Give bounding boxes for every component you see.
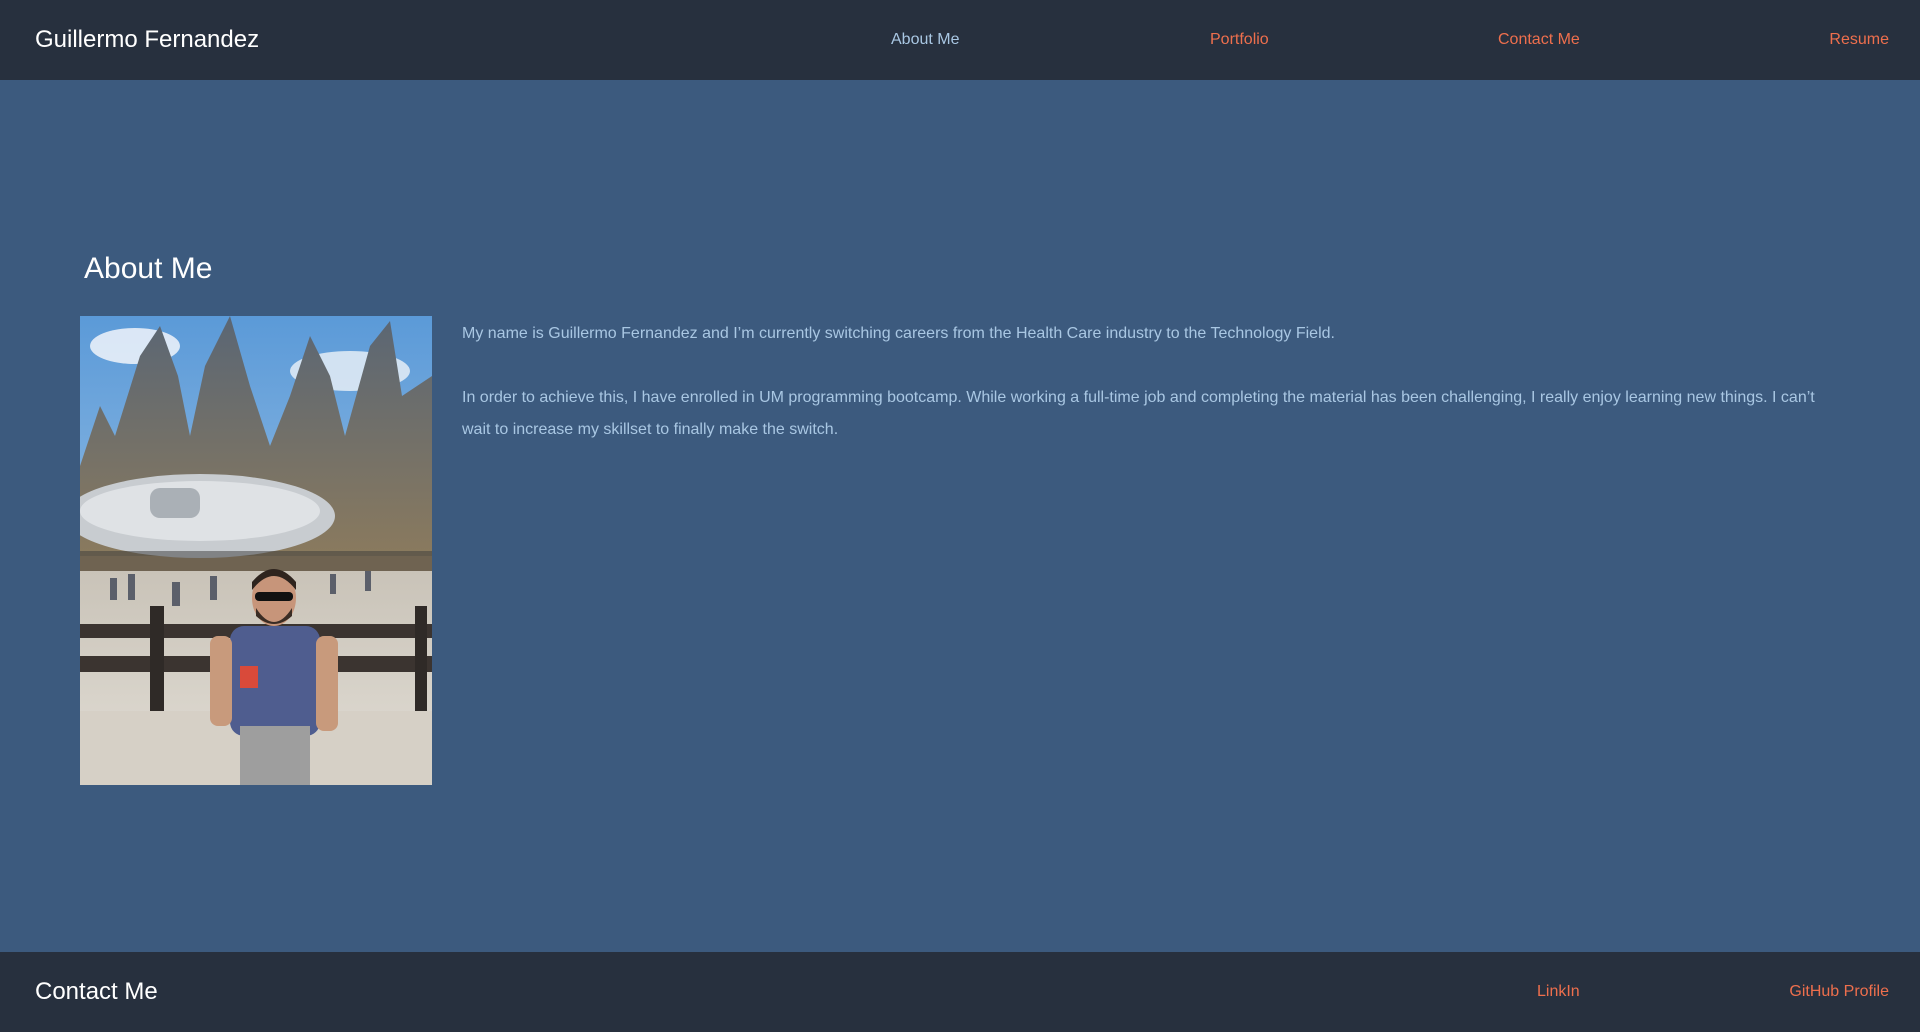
nav-contact-me-link[interactable]: Contact Me <box>1498 30 1580 50</box>
footer-title: Contact Me <box>35 978 158 1005</box>
profile-photo <box>80 316 432 785</box>
bio-paragraph-intro: My name is Guillermo Fernandez and I’m c… <box>462 325 1335 342</box>
section-title: About Me <box>84 252 213 285</box>
nav-portfolio-link[interactable]: Portfolio <box>1210 30 1269 50</box>
nav-about-me-link[interactable]: About Me <box>891 30 959 50</box>
nav-resume-link[interactable]: Resume <box>1829 30 1889 50</box>
site-brand: Guillermo Fernandez <box>35 26 260 53</box>
footer-linkedin-link[interactable]: LinkIn <box>1537 982 1580 1002</box>
bio-paragraph-goals: In order to achieve this, I have enrolle… <box>462 389 1815 438</box>
footer-github-link[interactable]: GitHub Profile <box>1789 982 1889 1002</box>
about-bio: My name is Guillermo Fernandez and I’m c… <box>462 318 1842 446</box>
top-navigation-bar: Guillermo Fernandez About Me Portfolio C… <box>0 0 1920 80</box>
footer-bar: Contact Me LinkIn GitHub Profile <box>0 952 1920 1032</box>
